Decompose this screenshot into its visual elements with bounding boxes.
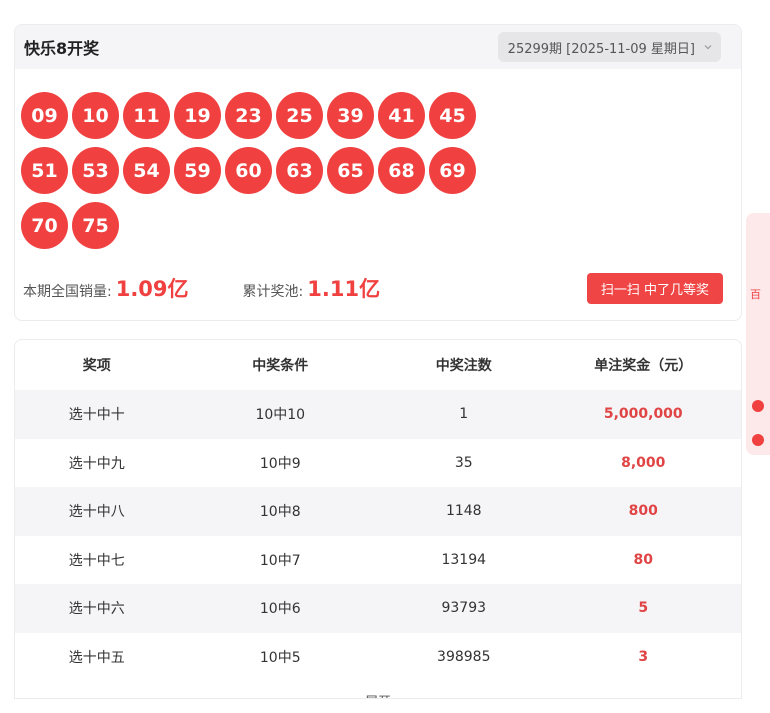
- number-ball: 70: [21, 202, 68, 249]
- winner-count: 35: [454, 454, 473, 471]
- page-title: 快乐8开奖: [24, 39, 100, 58]
- number-ball: 23: [225, 92, 272, 139]
- side-float-text: 百: [750, 288, 761, 301]
- number-ball: 53: [72, 147, 119, 194]
- column-header: 奖项: [82, 358, 111, 374]
- table-row: 选十中五 10中5 398985 3: [15, 633, 741, 682]
- prize-condition: 10中5: [259, 649, 301, 666]
- prize-name: 选十中十: [68, 407, 125, 424]
- number-ball: 19: [174, 92, 221, 139]
- draw-result-card: 快乐8开奖 25299期 [2025-11-09 星期日] 09 10 11 1…: [14, 24, 742, 321]
- pool-value: 1.11亿: [307, 277, 381, 301]
- prize-name: 选十中五: [68, 649, 125, 666]
- number-ball: 25: [276, 92, 323, 139]
- sales-value: 1.09亿: [115, 277, 189, 301]
- number-ball: 69: [429, 147, 476, 194]
- number-ball: 75: [72, 202, 119, 249]
- table-row: 选十中七 10中7 13194 80: [15, 536, 741, 585]
- number-ball: 60: [225, 147, 272, 194]
- number-ball: 10: [72, 92, 119, 139]
- card-header: 快乐8开奖 25299期 [2025-11-09 星期日]: [15, 25, 741, 69]
- prize-amount: 3: [638, 648, 649, 665]
- winner-count: 1: [459, 406, 469, 423]
- prize-amount: 5: [638, 600, 649, 617]
- number-ball: 09: [21, 92, 68, 139]
- winner-count: 398985: [437, 648, 491, 665]
- number-ball: 39: [327, 92, 374, 139]
- number-ball: 45: [429, 92, 476, 139]
- period-select[interactable]: 25299期 [2025-11-09 星期日]: [497, 32, 721, 62]
- winner-count: 1148: [445, 503, 482, 520]
- number-ball: 54: [123, 147, 170, 194]
- number-ball: 59: [174, 147, 221, 194]
- prize-amount: 80: [633, 551, 653, 568]
- sales-stat: 本期全国销量: 1.09亿: [23, 273, 189, 303]
- winner-count: 13194: [441, 551, 487, 568]
- pool-stat: 累计奖池: 1.11亿: [243, 273, 381, 303]
- prize-amount: 800: [628, 503, 658, 520]
- prize-amount: 5,000,000: [603, 406, 683, 423]
- column-header: 单注奖金（元）: [594, 358, 693, 374]
- winning-numbers: 09 10 11 19 23 25 39 41 45 51 53 54 59 6…: [21, 92, 491, 257]
- prize-table: 奖项 中奖条件 中奖注数 单注奖金（元） 选十中十 10中10 1 5,000,…: [14, 339, 742, 699]
- side-dot-icon: [752, 400, 764, 412]
- winner-count: 93793: [441, 600, 487, 617]
- prize-condition: 10中6: [259, 601, 301, 618]
- number-ball: 63: [276, 147, 323, 194]
- table-row: 选十中八 10中8 1148 800: [15, 487, 741, 536]
- pool-label: 累计奖池:: [242, 284, 304, 300]
- number-ball: 68: [378, 147, 425, 194]
- side-float-panel[interactable]: 百: [746, 213, 770, 455]
- sales-summary: 本期全国销量: 1.09亿 累计奖池: 1.11亿 扫一扫 中了几等奖: [23, 272, 723, 304]
- expand-button[interactable]: 展开: [15, 681, 741, 698]
- period-select-value: 25299期 [2025-11-09 星期日]: [507, 41, 695, 57]
- prize-name: 选十中八: [68, 504, 125, 521]
- prize-amount: 8,000: [621, 454, 666, 471]
- prize-condition: 10中10: [255, 407, 306, 424]
- prize-condition: 10中7: [259, 552, 301, 569]
- column-header: 中奖条件: [252, 358, 309, 374]
- number-ball: 65: [327, 147, 374, 194]
- prize-condition: 10中8: [259, 504, 301, 521]
- table-row: 选十中六 10中6 93793 5: [15, 584, 741, 633]
- table-row: 选十中九 10中9 35 8,000: [15, 439, 741, 488]
- column-header: 中奖注数: [435, 358, 492, 374]
- number-ball: 41: [378, 92, 425, 139]
- table-header: 奖项 中奖条件 中奖注数 单注奖金（元）: [15, 340, 741, 390]
- prize-condition: 10中9: [259, 455, 301, 472]
- scan-check-button[interactable]: 扫一扫 中了几等奖: [586, 272, 723, 304]
- number-ball: 51: [21, 147, 68, 194]
- number-row-1: 09 10 11 19 23 25 39 41 45: [21, 92, 491, 139]
- prize-name: 选十中七: [68, 552, 125, 569]
- side-dot-icon: [752, 434, 764, 446]
- number-row-3: 70 75: [21, 202, 491, 249]
- number-ball: 11: [123, 92, 170, 139]
- sales-label: 本期全国销量:: [23, 284, 112, 300]
- prize-name: 选十中六: [68, 601, 125, 618]
- chevron-down-icon: [704, 45, 712, 50]
- prize-name: 选十中九: [68, 455, 125, 472]
- table-row: 选十中十 10中10 1 5,000,000: [15, 390, 741, 439]
- number-row-2: 51 53 54 59 60 63 65 68 69: [21, 147, 491, 194]
